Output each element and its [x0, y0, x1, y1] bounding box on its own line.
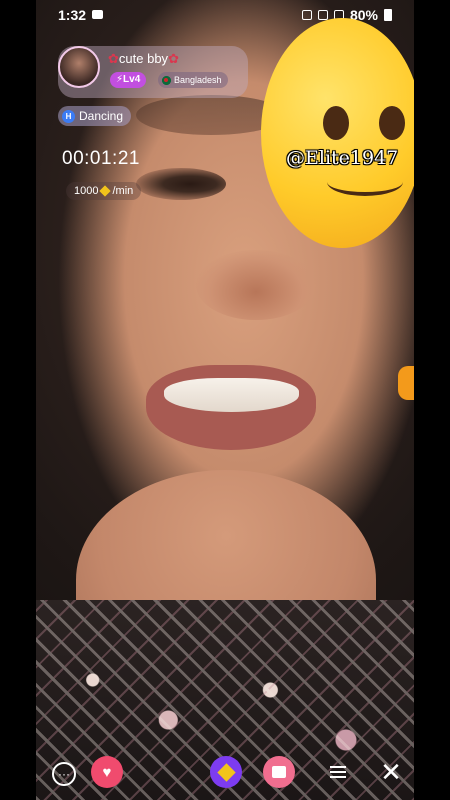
gem-icon: [99, 185, 112, 197]
tag-badge: H: [62, 109, 75, 123]
host-name-row: ✿cute bby✿: [108, 51, 179, 67]
wifi-icon: [317, 10, 328, 20]
call-timer: 00:01:21: [62, 148, 140, 169]
rose-icon: ✿: [168, 51, 179, 66]
rate-unit: /min: [112, 185, 134, 197]
chat-icon[interactable]: [52, 762, 76, 786]
menu-icon[interactable]: [322, 756, 354, 788]
diamond-icon[interactable]: [210, 756, 242, 788]
camera-icon: [92, 10, 103, 19]
close-icon[interactable]: ✕: [375, 756, 407, 788]
bottom-toolbar: ♥ ✕: [36, 756, 414, 792]
tag-label: Dancing: [79, 109, 124, 123]
watermark: @Elite1947: [286, 147, 399, 169]
flag-icon: [162, 75, 171, 85]
status-time: 1:32: [58, 7, 87, 23]
category-tag[interactable]: H Dancing: [58, 106, 132, 126]
avatar[interactable]: [58, 46, 100, 88]
gift-icon[interactable]: [263, 756, 295, 788]
smiley-sticker: [261, 18, 414, 248]
country-badge: Bangladesh: [158, 72, 228, 88]
host-name: cute bby: [118, 51, 169, 66]
host-card[interactable]: ✿cute bby✿ ⚡Lv4 Bangladesh: [58, 46, 248, 98]
rose-icon: ✿: [108, 51, 119, 66]
heart-icon[interactable]: ♥: [91, 756, 123, 788]
live-stream-screen: 1:32 80% @Elite1947 ✿cute bby✿ ⚡Lv4 Bang…: [36, 0, 414, 800]
mute-icon: [301, 10, 312, 20]
rate-badge: 1000 /min: [66, 182, 142, 200]
country-name: Bangladesh: [174, 75, 222, 85]
level-badge: ⚡Lv4: [110, 72, 147, 88]
rate-amount: 1000: [74, 185, 99, 197]
battery-icon: [384, 9, 392, 21]
side-panel-handle[interactable]: [398, 366, 414, 400]
